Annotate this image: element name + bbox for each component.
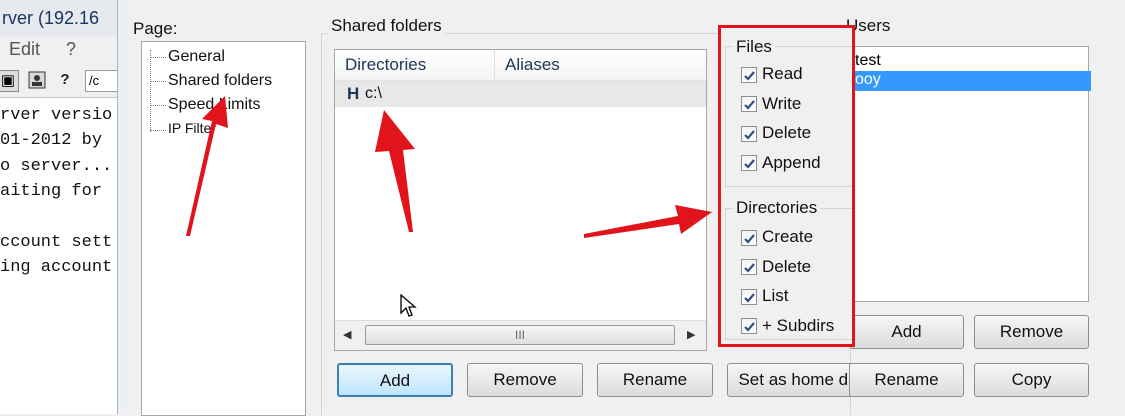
- arrow-shape: [584, 205, 712, 238]
- arrow-shape: [375, 110, 415, 232]
- annotation-arrows: [186, 96, 712, 238]
- arrow-shape: [186, 96, 228, 236]
